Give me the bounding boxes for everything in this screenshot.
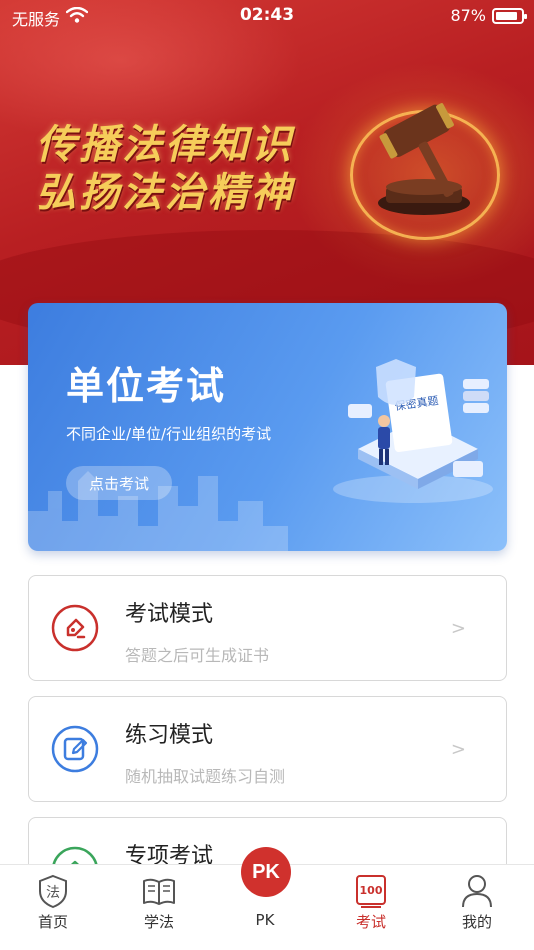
tab-label: 首页 <box>37 913 68 931</box>
practice-mode-card[interactable]: 练习模式 随机抽取试题练习自测 > <box>28 696 507 802</box>
exam-pen-icon <box>51 604 99 652</box>
battery-icon <box>492 8 527 24</box>
law-shield-icon: 法 <box>39 874 67 909</box>
gavel-icon <box>378 103 470 215</box>
battery-fill <box>496 12 517 20</box>
bottom-tab-bar: 法 首页 学法 PK PK 100 考试 我的 <box>0 847 534 950</box>
unit-exam-card[interactable]: 单位考试 不同企业/单位/行业组织的考试 点击考试 保密真题 <box>28 303 507 551</box>
status-bar: 无服务 02:43 87% <box>0 0 534 32</box>
tab-home[interactable]: 法 首页 <box>0 865 106 950</box>
tab-exam[interactable]: 100 考试 <box>318 865 424 950</box>
tab-label: 考试 <box>355 913 386 931</box>
book-icon <box>143 878 175 905</box>
mode-description: 答题之后可生成证书 <box>125 646 270 665</box>
tab-study[interactable]: 学法 <box>106 865 212 950</box>
pk-icon: PK <box>241 847 291 897</box>
tab-label: 学法 <box>143 913 174 931</box>
exam-card-subtitle: 不同企业/单位/行业组织的考试 <box>66 425 272 443</box>
tab-icon-text: 法 <box>46 885 60 901</box>
user-icon <box>462 875 492 908</box>
chevron-right-icon: > <box>450 618 466 639</box>
tab-label: PK <box>255 911 275 929</box>
tab-mine[interactable]: 我的 <box>424 865 530 950</box>
mode-description: 随机抽取试题练习自测 <box>125 767 286 786</box>
tab-label: 我的 <box>461 913 492 931</box>
exam-score-icon: 100 <box>356 875 386 908</box>
practice-edit-icon <box>51 725 99 773</box>
mode-title: 练习模式 <box>125 723 214 748</box>
mode-title: 考试模式 <box>125 602 214 627</box>
banner-slogan-line2: 弘扬法治精神 <box>36 169 294 216</box>
exam-card-title: 单位考试 <box>66 364 227 408</box>
chevron-right-icon: > <box>450 739 466 760</box>
tab-pk[interactable]: PK PK <box>212 847 318 950</box>
start-exam-button[interactable]: 点击考试 <box>66 466 172 500</box>
battery-percent: 87% <box>450 6 486 25</box>
tab-icon-text: 100 <box>360 884 383 897</box>
exam-mode-card[interactable]: 考试模式 答题之后可生成证书 > <box>28 575 507 681</box>
app-screen: 传播法律知识 弘扬法治精神 无服务 02:43 87% 单位考试 不同企业/单位… <box>0 0 534 950</box>
exam-illustration-icon: 保密真题 <box>333 359 493 503</box>
